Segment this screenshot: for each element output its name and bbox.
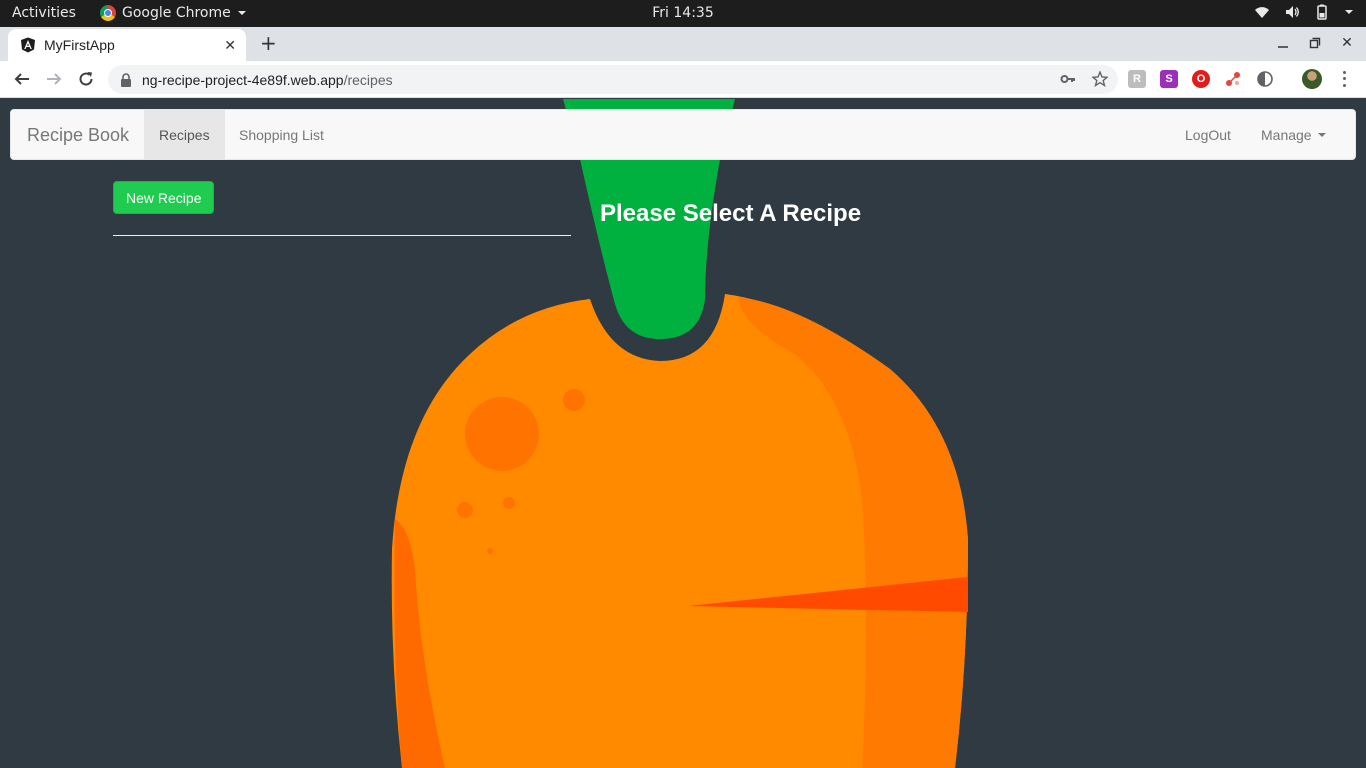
select-recipe-message: Please Select A Recipe [600,200,862,227]
chevron-down-icon [237,11,246,15]
browser-toolbar: ng-recipe-project-4e89f.web.app/recipes … [0,61,1366,98]
window-controls: ✕ [1276,35,1354,51]
new-recipe-button[interactable]: New Recipe [113,181,215,214]
manage-label: Manage [1261,126,1312,143]
profile-avatar[interactable] [1302,69,1322,89]
key-icon[interactable] [1060,71,1076,87]
chevron-down-icon [1345,10,1353,14]
new-tab-icon[interactable]: + [260,33,277,53]
volume-icon [1286,6,1299,18]
url-path: /recipes [343,71,393,88]
forward-arrow-icon[interactable] [44,69,64,89]
os-top-bar: Activities Google Chrome Fri 14:35 [0,0,1366,27]
extension-dark-mode-icon[interactable] [1256,70,1274,88]
reload-icon[interactable] [76,69,96,89]
extensions-area: R S O [1128,70,1274,88]
brand-link[interactable]: Recipe Book [27,125,129,146]
tab-strip: MyFirstApp ✕ [0,27,1366,61]
extension-network-icon[interactable] [1224,70,1242,88]
close-tab-icon[interactable]: ✕ [224,37,236,54]
bookmark-star-icon[interactable] [1092,71,1108,87]
extension-r-icon[interactable]: R [1128,70,1146,88]
restore-icon[interactable] [1308,36,1322,50]
address-bar[interactable]: ng-recipe-project-4e89f.web.app/recipes [108,65,1118,94]
browser-tab[interactable]: MyFirstApp ✕ [8,29,246,61]
chrome-menu-icon[interactable] [1338,69,1350,89]
close-window-icon[interactable]: ✕ [1340,35,1354,51]
back-arrow-icon[interactable] [12,69,32,89]
system-tray[interactable] [1254,4,1354,20]
manage-dropdown[interactable]: Manage [1246,110,1341,159]
nav-item-recipes[interactable]: Recipes [144,110,225,159]
activities-button[interactable]: Activities [12,5,76,21]
tab-title: MyFirstApp [44,37,115,53]
minimize-icon[interactable] [1276,36,1290,50]
battery-icon [1317,4,1327,20]
nav-item-shopping-list[interactable]: Shopping List [224,110,339,159]
lock-icon [121,72,131,87]
wifi-icon [1255,7,1269,18]
chrome-icon [100,5,116,21]
logout-link[interactable]: LogOut [1170,110,1246,159]
angular-icon [21,37,35,53]
app-name-label: Google Chrome [122,5,231,21]
caret-down-icon [1317,132,1326,137]
app-menu[interactable]: Google Chrome [100,5,247,21]
app-navbar: Recipe Book Recipes Shopping List LogOut… [10,109,1356,160]
url-host: ng-recipe-project-4e89f.web.app [142,71,344,88]
extension-opera-icon[interactable]: O [1192,70,1210,88]
extension-s-icon[interactable]: S [1160,70,1178,88]
divider [113,235,571,236]
web-page: Recipe Book Recipes Shopping List LogOut… [0,99,1366,768]
